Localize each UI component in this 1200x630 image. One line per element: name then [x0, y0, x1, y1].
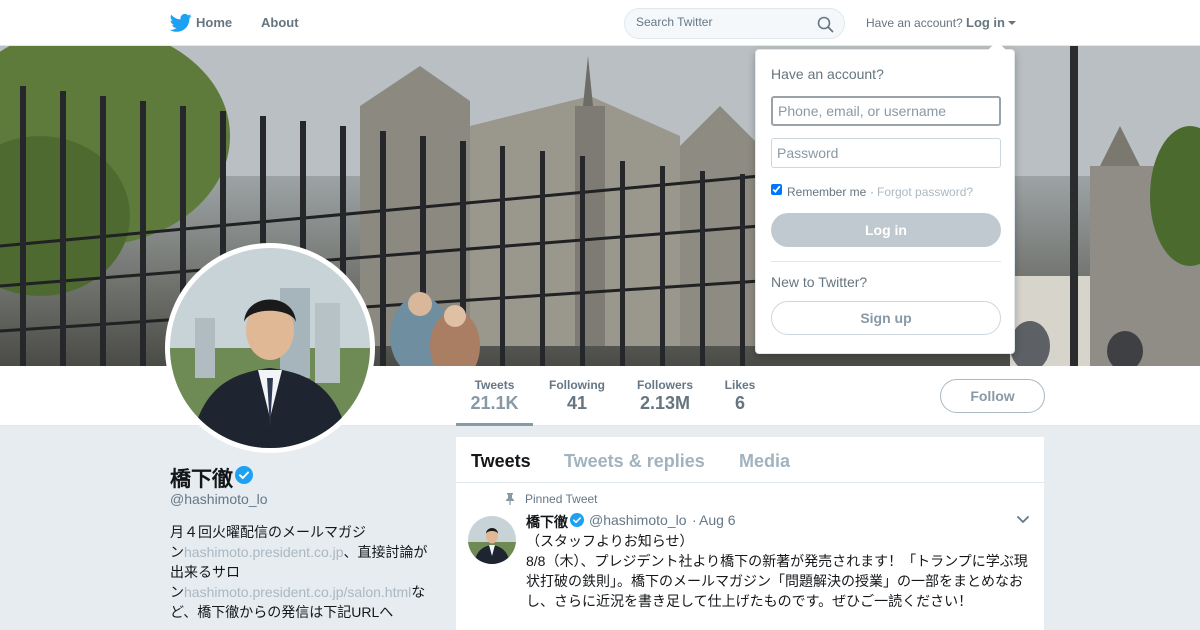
separator-dot: ·	[870, 185, 874, 199]
tweet-date[interactable]: Aug 6	[699, 512, 736, 528]
chevron-down-icon[interactable]	[1017, 516, 1029, 524]
dropdown-arrow	[988, 41, 1006, 50]
remember-me-checkbox[interactable]	[771, 184, 782, 195]
stat-likes[interactable]: Likes 6	[720, 366, 760, 426]
nav-home-link[interactable]: Home	[196, 15, 232, 30]
profile-handle: @hashimoto_lo	[170, 491, 268, 507]
stat-label: Likes	[724, 378, 756, 392]
username-field[interactable]	[771, 96, 1001, 126]
login-dropdown-title: Have an account?	[771, 66, 884, 82]
tweet-text-line: （スタッフよりお知らせ）	[526, 533, 694, 549]
stat-tweets[interactable]: Tweets 21.1K	[456, 366, 533, 426]
login-menu-link[interactable]: Log in	[966, 15, 1005, 30]
tweet-author-handle[interactable]: @hashimoto_lo	[589, 512, 687, 528]
bio-text: 、直接討論が	[343, 544, 428, 560]
verified-badge-icon	[235, 466, 253, 484]
bio-line: ど、橋下徹からの発信は下記URLへ	[170, 604, 394, 620]
bio-line: 出来るサロ	[170, 564, 240, 580]
forgot-password-link[interactable]: Forgot password?	[877, 185, 973, 199]
nav-about-link[interactable]: About	[261, 15, 299, 30]
chevron-down-icon[interactable]	[1008, 21, 1016, 25]
bio-link[interactable]: hashimoto.president.co.jp	[184, 544, 344, 560]
profile-avatar[interactable]	[165, 243, 375, 453]
stat-followers[interactable]: Followers 2.13M	[631, 366, 699, 426]
signup-button[interactable]: Sign up	[771, 301, 1001, 335]
search-box[interactable]	[624, 8, 845, 39]
avatar-photo	[170, 248, 370, 448]
bio-line: 月４回火曜配信のメールマガジ	[170, 524, 366, 540]
stat-label: Followers	[636, 378, 693, 392]
stat-value: 41	[566, 393, 588, 413]
tweet-author-name[interactable]: 橋下徹	[526, 512, 568, 532]
stat-value: 21.1K	[470, 393, 519, 413]
login-dropdown: Have an account? Remember me · Forgot pa…	[755, 49, 1015, 354]
tab-media[interactable]: Media	[739, 451, 790, 472]
bio-text: ン	[170, 584, 184, 600]
stat-value: 2.13M	[639, 393, 691, 413]
bio-link[interactable]: hashimoto.president.co.jp/salon.html	[184, 584, 411, 600]
stat-label: Following	[549, 378, 605, 392]
pin-icon	[506, 493, 514, 505]
search-icon[interactable]	[817, 16, 834, 33]
top-navigation: Home About Have an account? Log in	[0, 0, 1200, 46]
password-field[interactable]	[771, 138, 1001, 168]
profile-bio: 月４回火曜配信のメールマガジ ンhashimoto.president.co.j…	[170, 522, 432, 622]
tab-tweets-replies[interactable]: Tweets & replies	[564, 451, 705, 472]
bio-line: ンhashimoto.president.co.jp/salon.htmlな	[170, 582, 432, 602]
have-account-label: Have an account?	[866, 16, 963, 30]
stat-value: 6	[734, 393, 745, 413]
stat-label: Tweets	[474, 378, 515, 392]
bio-line: ンhashimoto.president.co.jp、直接討論が	[170, 542, 432, 562]
tweet-text-line: 8/8（木）、プレジデント社より橋下の新著が発売されます！「トランプに学ぶ現状打…	[526, 553, 1028, 609]
bio-text: な	[411, 584, 426, 600]
new-to-twitter-label: New to Twitter?	[771, 274, 868, 290]
search-input[interactable]	[636, 15, 806, 29]
tweet-avatar[interactable]	[468, 516, 516, 564]
tweet-separator: ·	[692, 512, 697, 528]
remember-me-label[interactable]: Remember me	[787, 185, 866, 199]
stat-following[interactable]: Following 41	[543, 366, 611, 426]
login-button[interactable]: Log in	[771, 213, 1001, 247]
avatar-photo	[468, 516, 516, 564]
bio-text: ン	[170, 544, 184, 560]
twitter-bird-icon[interactable]	[170, 13, 192, 33]
tweet-text: （スタッフよりお知らせ） 8/8（木）、プレジデント社より橋下の新著が発売されま…	[526, 531, 1036, 611]
tab-tweets[interactable]: Tweets	[471, 451, 531, 472]
profile-name: 橋下徹	[170, 468, 233, 491]
timeline: Tweets Tweets & replies Media Pinned Twe…	[456, 437, 1044, 630]
pinned-tweet-label: Pinned Tweet	[525, 492, 598, 506]
verified-badge-icon	[570, 513, 584, 527]
timeline-tabs: Tweets Tweets & replies Media	[456, 437, 1044, 483]
divider	[771, 261, 1001, 262]
follow-button[interactable]: Follow	[940, 379, 1045, 413]
